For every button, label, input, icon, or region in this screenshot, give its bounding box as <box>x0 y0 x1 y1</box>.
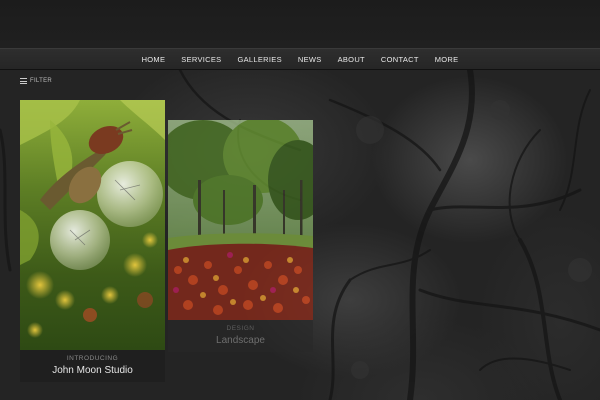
nav-news[interactable]: NEWS <box>298 55 322 64</box>
main-navigation: HOME SERVICES GALLERIES NEWS ABOUT CONTA… <box>0 48 600 70</box>
portfolio-category: DESIGN <box>226 325 255 332</box>
portfolio-title: John Moon Studio <box>52 365 133 376</box>
nav-home[interactable]: HOME <box>142 55 166 64</box>
portfolio-caption: INTRODUCING John Moon Studio <box>20 350 165 382</box>
portfolio-item-john-moon-studio[interactable]: INTRODUCING John Moon Studio <box>20 100 165 382</box>
filter-button[interactable]: FILTER <box>20 76 52 86</box>
filter-label: FILTER <box>30 78 53 84</box>
nav-more[interactable]: MORE <box>435 55 459 64</box>
menu-icon <box>20 78 27 84</box>
portfolio-image-snail-bulbs <box>20 100 165 350</box>
header-bar <box>0 0 600 48</box>
nav-galleries[interactable]: GALLERIES <box>237 55 281 64</box>
nav-services[interactable]: SERVICES <box>181 55 221 64</box>
portfolio-item-landscape[interactable]: DESIGN Landscape <box>168 120 313 352</box>
portfolio-caption: DESIGN Landscape <box>168 320 313 352</box>
portfolio-category: INTRODUCING <box>66 355 119 362</box>
portfolio-title: Landscape <box>216 335 265 346</box>
nav-about[interactable]: ABOUT <box>338 55 365 64</box>
portfolio-image-landscape <box>168 120 313 320</box>
nav-contact[interactable]: CONTACT <box>381 55 419 64</box>
